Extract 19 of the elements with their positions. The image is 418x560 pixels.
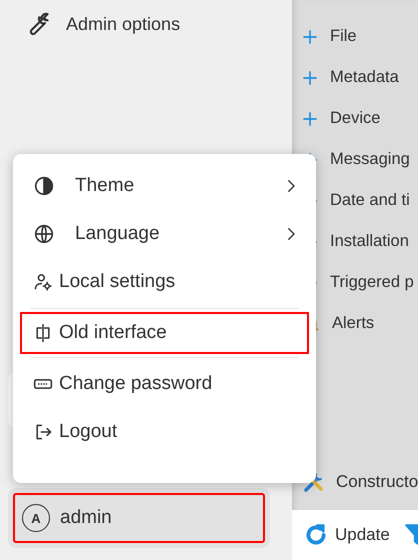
admin-options-button[interactable]: Admin options xyxy=(8,0,194,48)
globe-icon xyxy=(33,223,55,245)
update-button[interactable]: Update xyxy=(303,522,390,548)
nav-item[interactable]: Metadata xyxy=(292,57,418,98)
user-button[interactable]: A admin xyxy=(8,488,270,548)
menu-item[interactable]: Theme xyxy=(19,162,310,210)
contrast-icon xyxy=(33,175,55,197)
menu-item[interactable]: Old interface xyxy=(19,311,310,355)
plus-icon xyxy=(301,28,319,46)
menu-item[interactable]: Logout xyxy=(19,408,310,456)
menu-item[interactable]: Local settings xyxy=(19,258,310,306)
menu-item[interactable]: Language xyxy=(19,210,310,258)
plus-icon xyxy=(301,110,319,128)
avatar: A xyxy=(22,504,50,532)
menu-item[interactable]: Change password xyxy=(19,360,310,408)
plus-icon xyxy=(301,68,319,86)
nav-item[interactable]: File xyxy=(292,16,418,57)
nav-item[interactable]: Device xyxy=(292,98,418,139)
user-gear-icon xyxy=(33,272,53,292)
